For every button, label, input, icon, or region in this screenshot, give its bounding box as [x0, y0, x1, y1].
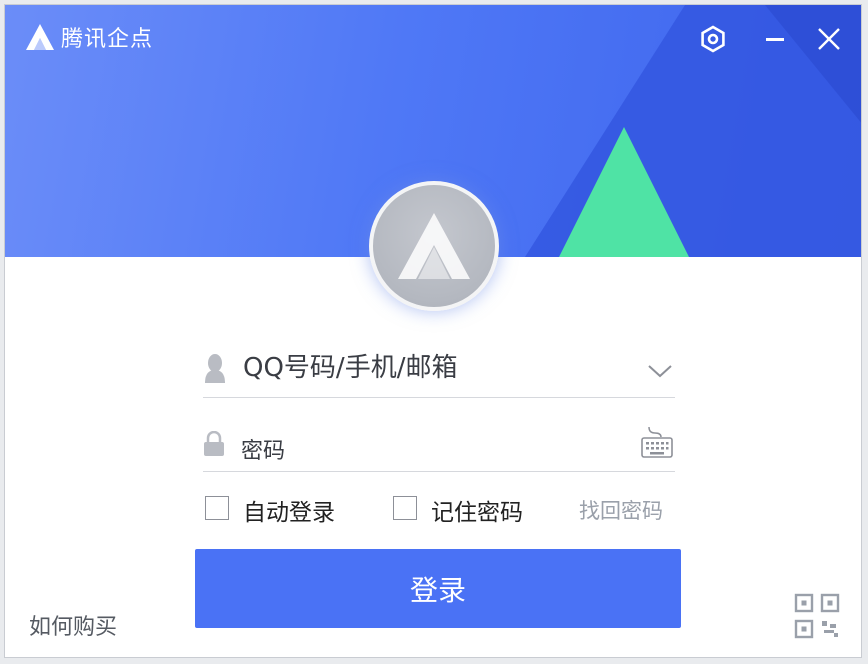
close-button[interactable] [811, 21, 847, 57]
brand-name: 腾讯企点 [61, 27, 154, 52]
qr-code-icon[interactable] [794, 593, 840, 639]
account-input[interactable]: QQ号码/手机/邮箱 [243, 347, 457, 384]
lock-icon [204, 431, 224, 456]
user-silhouette-icon [205, 354, 225, 383]
settings-button[interactable] [695, 21, 731, 57]
minimize-icon [766, 38, 784, 41]
how-to-buy-link[interactable]: 如何购买 [29, 609, 117, 641]
password-input[interactable]: 密码 [241, 433, 285, 465]
close-icon [818, 28, 840, 50]
forgot-password-link[interactable]: 找回密码 [579, 495, 663, 525]
minimize-button[interactable] [757, 21, 793, 57]
avatar[interactable] [369, 181, 499, 311]
remember-password-checkbox[interactable] [393, 496, 417, 520]
brand-logo: 腾讯企点 [25, 21, 153, 53]
login-button[interactable]: 登录 [195, 549, 681, 628]
tencent-qidian-logo-icon [26, 24, 54, 50]
gear-icon [701, 25, 725, 53]
account-field[interactable]: QQ号码/手机/邮箱 [203, 341, 675, 398]
keyboard-icon[interactable] [641, 425, 673, 459]
password-field[interactable]: 密码 [203, 423, 675, 472]
auto-login-checkbox[interactable] [205, 496, 229, 520]
chevron-down-icon[interactable] [647, 363, 673, 379]
avatar-logo-icon [398, 213, 470, 279]
auto-login-label[interactable]: 自动登录 [243, 493, 335, 527]
remember-password-label[interactable]: 记住密码 [431, 493, 523, 527]
login-window: 腾讯企点 QQ号码/手机/邮箱 密码 自动登录 记住密码 找回密码 登录 如何购… [4, 4, 862, 658]
